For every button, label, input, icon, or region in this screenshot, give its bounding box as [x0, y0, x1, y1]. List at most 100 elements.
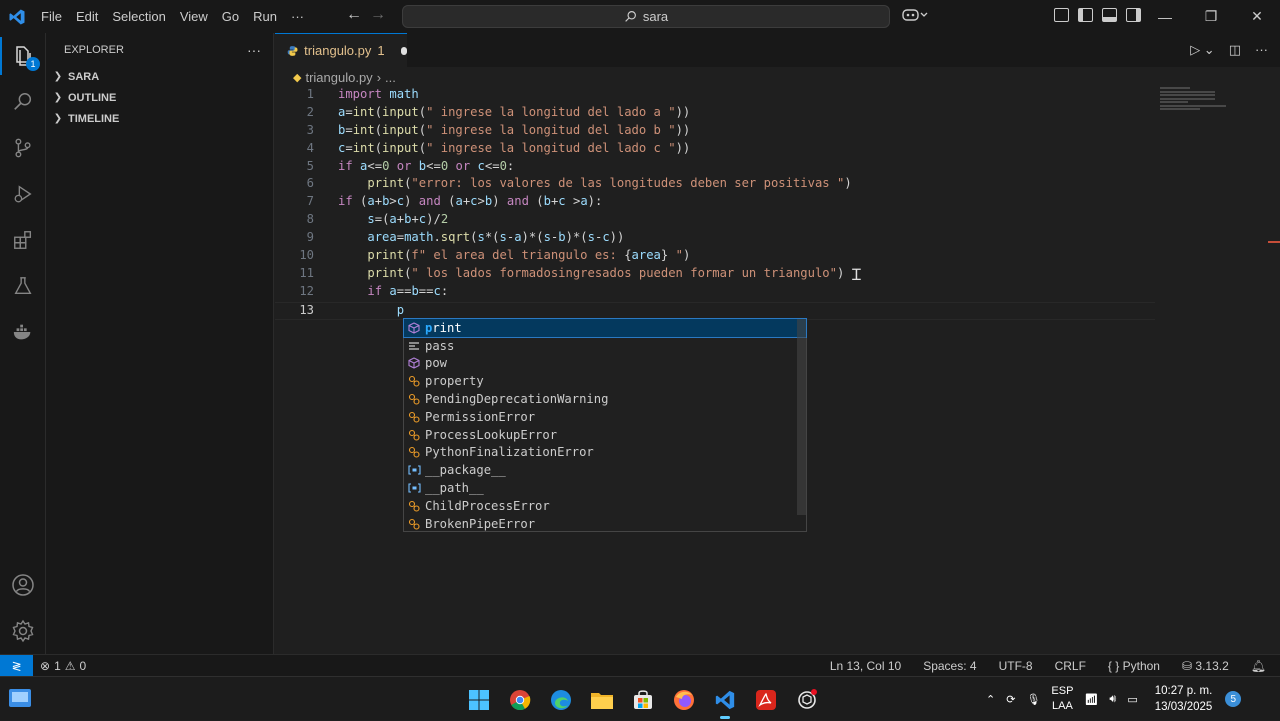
show-hidden-icons-chevron-icon[interactable]: ⌃ — [986, 693, 995, 706]
file-explorer-icon[interactable] — [586, 684, 618, 716]
menu-view[interactable]: View — [173, 0, 215, 33]
remote-indicator-icon[interactable]: ≷ — [0, 654, 33, 677]
suggestion-item[interactable]: pow — [404, 355, 806, 373]
code-line[interactable]: 5 if a<=0 or b<=0 or c<=0: — [275, 159, 1155, 177]
toggle-secondary-sidebar-icon[interactable] — [1126, 8, 1141, 22]
toggle-primary-sidebar-icon[interactable] — [1078, 8, 1093, 22]
command-center-search[interactable]: sara — [402, 5, 890, 28]
vscode-taskbar-icon[interactable] — [709, 684, 741, 719]
tab-triangulo[interactable]: triangulo.py 1 — [275, 33, 407, 67]
menu-edit[interactable]: Edit — [69, 0, 105, 33]
close-icon[interactable]: ✕ — [1234, 0, 1280, 33]
firefox-icon[interactable] — [668, 684, 700, 716]
explorer-more-button[interactable]: ··· — [247, 42, 261, 58]
accounts-icon[interactable] — [0, 562, 46, 608]
code-text: c=int(input(" ingrese la longitud del la… — [338, 140, 691, 155]
suggestion-item[interactable]: property — [404, 372, 806, 390]
copilot-icon[interactable] — [902, 8, 928, 25]
suggestions-scrollbar[interactable] — [797, 319, 806, 515]
menu-file[interactable]: File — [34, 0, 69, 33]
clock[interactable]: 10:27 p. m. 13/03/2025 — [1155, 683, 1213, 715]
suggestion-item[interactable]: ChildProcessError — [404, 497, 806, 515]
section-label: OUTLINE — [68, 91, 117, 104]
code-line[interactable]: 1 import math — [275, 87, 1155, 105]
battery-icon[interactable]: ▭ — [1127, 693, 1137, 706]
menu-go[interactable]: Go — [215, 0, 246, 33]
code-line[interactable]: 12 if a==b==c: — [275, 284, 1155, 302]
section-outline[interactable]: ❯ OUTLINE — [46, 87, 273, 108]
end-of-line[interactable]: CRLF — [1055, 659, 1086, 673]
notifications-bell-icon[interactable]: 🔔︎ — [1251, 659, 1266, 673]
settings-gear-icon[interactable] — [0, 608, 46, 654]
code-line[interactable]: 3 b=int(input(" ingrese la longitud del l… — [275, 123, 1155, 141]
minimap[interactable] — [1160, 87, 1230, 113]
indentation[interactable]: Spaces: 4 — [923, 659, 976, 673]
run-debug-icon[interactable] — [0, 171, 46, 217]
testing-flask-icon[interactable] — [0, 263, 46, 309]
toggle-panel-icon[interactable] — [1102, 8, 1117, 22]
customize-layout-icon[interactable] — [1054, 8, 1069, 22]
extensions-icon[interactable] — [0, 217, 46, 263]
suggestion-item[interactable]: PythonFinalizationError — [404, 444, 806, 462]
chatgpt-icon[interactable] — [791, 684, 823, 716]
desktop-widget-icon[interactable] — [8, 687, 32, 709]
line-number: 4 — [306, 140, 314, 155]
suggestion-item[interactable]: print — [403, 318, 807, 338]
explorer-icon[interactable]: 1 — [0, 33, 46, 79]
code-line[interactable]: 4 c=int(input(" ingrese la longitud del l… — [275, 141, 1155, 159]
search-sidebar-icon[interactable] — [0, 79, 46, 125]
code-line[interactable]: 13 p — [275, 301, 1155, 320]
suggestion-item[interactable]: PendingDeprecationWarning — [404, 390, 806, 408]
language-mode[interactable]: { } Python — [1108, 659, 1160, 673]
section-timeline[interactable]: ❯ TIMELINE — [46, 108, 273, 129]
code-line[interactable]: 11 print(" los lados formadosingresados … — [275, 266, 1155, 284]
suggestion-item[interactable]: ProcessLookupError — [404, 426, 806, 444]
split-editor-icon[interactable]: ◫ — [1229, 42, 1241, 58]
source-control-icon[interactable] — [0, 125, 46, 171]
suggestion-item[interactable]: BrokenPipeError — [404, 515, 806, 533]
windows-start-icon[interactable] — [463, 684, 495, 716]
code-line[interactable]: 9 area=math.sqrt(s*(s-a)*(s-b)*(s-c)) — [275, 230, 1155, 248]
breadcrumb-symbol[interactable]: ... — [385, 70, 396, 85]
notification-count[interactable]: 5 — [1225, 691, 1242, 707]
code-line[interactable]: 8 s=(a+b+c)/2 — [275, 212, 1155, 230]
breadcrumb-file[interactable]: triangulo.py — [305, 70, 372, 85]
unsaved-dot-icon[interactable] — [400, 46, 407, 55]
suggestion-item[interactable]: pass — [404, 337, 806, 355]
menu-more[interactable]: ··· — [284, 0, 311, 33]
encoding[interactable]: UTF-8 — [999, 659, 1033, 673]
suggestion-item[interactable]: __package__ — [404, 461, 806, 479]
store-icon[interactable] — [627, 684, 659, 716]
microphone-icon[interactable]: 🎙︎ — [1026, 693, 1040, 706]
back-arrow-icon[interactable]: ← — [346, 6, 362, 24]
cursor-position[interactable]: Ln 13, Col 10 — [830, 659, 901, 673]
keyboard-language[interactable]: ESP LAA — [1051, 684, 1073, 714]
line-number: 9 — [306, 230, 314, 245]
docker-icon[interactable] — [0, 309, 46, 355]
section-sara[interactable]: ❯ SARA — [46, 66, 273, 87]
more-actions-icon[interactable]: ··· — [1255, 42, 1268, 58]
minimize-icon[interactable]: — — [1142, 0, 1188, 33]
code-text: print("error: los valores de las longitu… — [367, 176, 852, 191]
code-line[interactable]: 7 if (a+b>c) and (a+c>b) and (b+c >a): — [275, 194, 1155, 212]
volume-icon[interactable]: 🔊︎ — [1109, 693, 1116, 706]
chrome-icon[interactable] — [504, 684, 536, 716]
code-line[interactable]: 6 print("error: los valores de las longi… — [275, 176, 1155, 194]
suggestion-item[interactable]: __path__ — [404, 479, 806, 497]
acrobat-icon[interactable] — [750, 684, 782, 716]
run-python-file-icon[interactable]: ▷ ⌄ — [1190, 42, 1215, 58]
code-line[interactable]: 2 a=int(input(" ingrese la longitud del l… — [275, 105, 1155, 123]
menu-run[interactable]: Run — [246, 0, 284, 33]
edge-icon[interactable] — [545, 684, 577, 716]
code-line[interactable]: 10 print(f" el area del triangulo es: {a… — [275, 248, 1155, 266]
suggestion-item[interactable]: PermissionError — [404, 408, 806, 426]
wifi-icon[interactable]: 📶︎ — [1084, 693, 1098, 706]
sync-icon[interactable]: ⟳ — [1006, 693, 1015, 706]
class-icon — [407, 446, 421, 459]
code-editor[interactable]: 1 import math 2 a=int(input(" ingrese la lo… — [275, 87, 1155, 320]
python-interpreter[interactable]: ⛁ 3.13.2 — [1182, 659, 1229, 673]
forward-arrow-icon[interactable]: → — [370, 6, 386, 24]
menu-selection[interactable]: Selection — [105, 0, 172, 33]
problems-indicator[interactable]: ⊗ 1 ⚠ 0 — [33, 659, 86, 673]
restore-icon[interactable]: ❐ — [1188, 0, 1234, 33]
